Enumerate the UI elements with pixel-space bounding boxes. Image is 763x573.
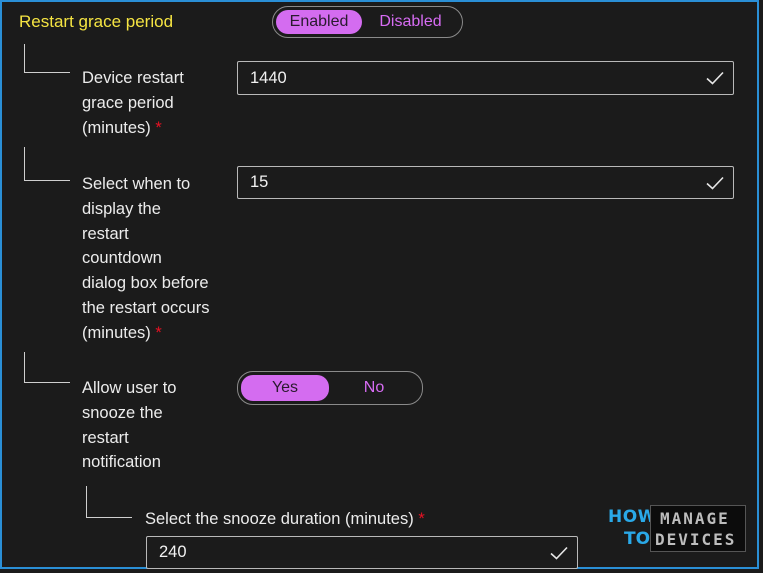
input-value: 15 <box>250 173 269 191</box>
label-line: restart <box>82 428 129 447</box>
label-line: grace period <box>82 93 174 112</box>
required-marker: * <box>155 323 162 342</box>
required-marker: * <box>418 510 425 528</box>
label-line: (minutes) * <box>82 116 184 141</box>
label-line: display the <box>82 199 161 218</box>
label-text: (minutes) <box>82 323 151 342</box>
toggle-option-yes[interactable]: Yes <box>241 375 330 401</box>
toggle-option-no[interactable]: No <box>329 375 419 401</box>
label-text: Select the snooze duration (minutes) <box>145 510 414 528</box>
label-line: Device restart <box>82 69 184 87</box>
input-value: 240 <box>159 543 187 561</box>
tree-connector <box>86 486 132 518</box>
label-text: (minutes) <box>82 118 151 137</box>
section-title: Restart grace period <box>19 12 174 31</box>
label-line: Select when to <box>82 175 191 193</box>
logo-to: TO <box>624 529 651 549</box>
toggle-option-enabled[interactable]: Enabled <box>276 10 362 34</box>
tree-connector <box>24 147 70 181</box>
tree-connector <box>24 44 70 73</box>
countdown-dialog-input[interactable]: 15 <box>237 166 734 199</box>
device-restart-grace-input[interactable]: 1440 <box>237 61 734 95</box>
label-line: (minutes) * <box>82 321 209 346</box>
label-line: restart <box>82 224 129 243</box>
device-restart-grace-label: Device restart grace period (minutes) * <box>82 66 184 140</box>
allow-snooze-label: Allow user to snooze the restart notific… <box>82 376 176 475</box>
countdown-dialog-label: Select when to display the restart count… <box>82 172 209 346</box>
logo-box: MANAGE DEVICES <box>650 505 746 552</box>
check-icon <box>706 176 724 190</box>
snooze-duration-label: Select the snooze duration (minutes) * <box>145 507 425 532</box>
allow-snooze-toggle[interactable]: Yes No <box>237 371 423 405</box>
howto-manage-devices-logo: HOW TO MANAGE DEVICES <box>605 505 747 553</box>
required-marker: * <box>155 118 162 137</box>
restart-grace-toggle[interactable]: Enabled Disabled <box>272 6 463 38</box>
label-line: snooze the <box>82 403 163 422</box>
logo-manage: MANAGE <box>660 509 730 528</box>
snooze-duration-input[interactable]: 240 <box>146 536 578 569</box>
label-line: dialog box before <box>82 274 209 293</box>
check-icon <box>550 546 568 560</box>
toggle-option-disabled[interactable]: Disabled <box>362 10 459 34</box>
check-icon <box>706 71 724 85</box>
tree-connector <box>24 352 70 383</box>
label-line: countdown <box>82 249 162 268</box>
label-line: the restart occurs <box>82 298 210 317</box>
logo-devices: DEVICES <box>655 530 737 549</box>
label-line: notification <box>82 453 161 472</box>
input-value: 1440 <box>250 68 287 87</box>
label-line: Allow user to <box>82 379 177 397</box>
